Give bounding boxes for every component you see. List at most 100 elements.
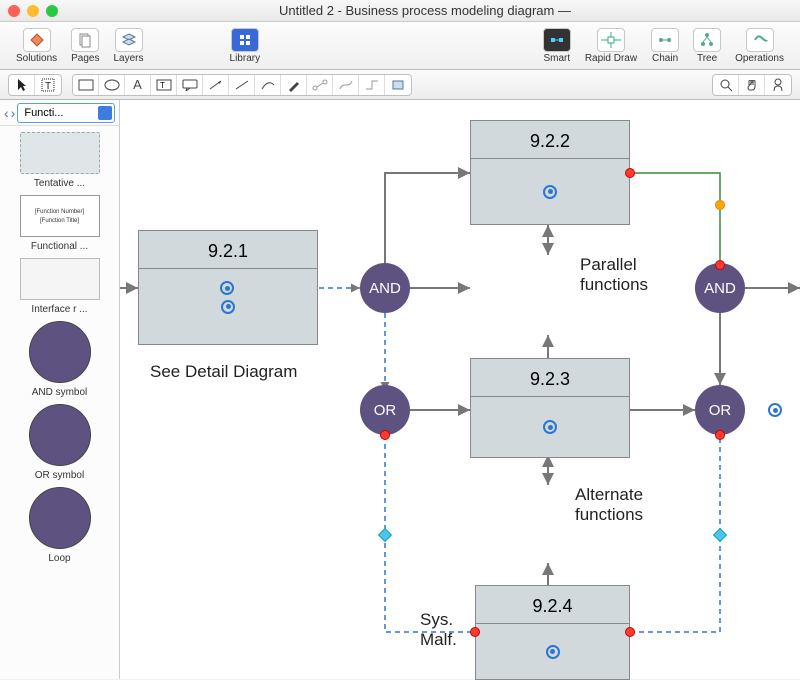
close-icon[interactable] <box>8 5 20 17</box>
op-and-2[interactable]: AND <box>695 263 745 313</box>
library-selector[interactable]: Functi... <box>17 103 115 123</box>
shape-functional[interactable]: [Function Number][Function Title]Functio… <box>6 195 113 252</box>
shape-or[interactable]: OR symbol <box>6 404 113 481</box>
library-label: Library <box>230 53 261 64</box>
anchor-icon <box>768 403 782 417</box>
arrow-tool[interactable] <box>203 75 229 95</box>
shape-label: Interface r ... <box>31 304 87 315</box>
operations-icon <box>752 32 768 48</box>
plaintext-tool[interactable]: A <box>125 75 151 95</box>
tree-icon <box>699 32 715 48</box>
shape-loop[interactable]: Loop <box>6 487 113 564</box>
anchor-icon <box>220 281 234 295</box>
connectors <box>120 100 800 679</box>
node-922[interactable]: 9.2.2 <box>470 120 630 225</box>
textbox-tool[interactable]: T <box>151 75 177 95</box>
person-tool[interactable] <box>765 75 791 95</box>
callout-tool[interactable] <box>177 75 203 95</box>
stamp-tool[interactable] <box>385 75 411 95</box>
minimize-icon[interactable] <box>27 5 39 17</box>
node-924[interactable]: 9.2.4 <box>475 585 630 680</box>
ellipse-tool[interactable] <box>99 75 125 95</box>
tree-label: Tree <box>697 53 717 64</box>
anchor-icon <box>546 645 560 659</box>
pages-button[interactable]: Pages <box>65 26 105 66</box>
op-or-1[interactable]: OR <box>360 385 410 435</box>
smart-label: Smart <box>543 53 570 64</box>
shape-label: Tentative ... <box>34 178 85 189</box>
conn-point[interactable] <box>470 627 480 637</box>
conn-point[interactable] <box>380 430 390 440</box>
conn-point[interactable] <box>715 200 725 210</box>
conn-point[interactable] <box>713 528 727 542</box>
node-header: 9.2.1 <box>139 231 317 269</box>
library-icon <box>237 32 253 48</box>
anchor-icon <box>221 300 235 314</box>
node-header: 9.2.3 <box>471 359 629 397</box>
operations-button[interactable]: Operations <box>729 26 790 66</box>
chain-label: Chain <box>652 53 678 64</box>
shape-label: Functional ... <box>31 241 88 252</box>
layers-icon <box>121 32 137 48</box>
tree-button[interactable]: Tree <box>687 26 727 66</box>
conn-point[interactable] <box>625 168 635 178</box>
nav-back-icon[interactable]: ‹ <box>4 105 9 121</box>
conn-point[interactable] <box>715 430 725 440</box>
shape-tentative[interactable]: Tentative ... <box>6 132 113 189</box>
conn-point[interactable] <box>715 260 725 270</box>
shape-label: AND symbol <box>32 387 88 398</box>
pages-icon <box>77 32 93 48</box>
pen-tool[interactable] <box>281 75 307 95</box>
conn-point[interactable] <box>625 627 635 637</box>
anchor-icon <box>543 185 557 199</box>
zoom-tool[interactable] <box>713 75 739 95</box>
chain-icon <box>657 32 673 48</box>
pointer-tool[interactable] <box>9 75 35 95</box>
smart-button[interactable]: Smart <box>537 26 577 66</box>
pages-label: Pages <box>71 53 99 64</box>
svg-text:T: T <box>160 81 165 90</box>
spline-tool[interactable] <box>333 75 359 95</box>
rapiddraw-icon <box>601 32 621 48</box>
rapiddraw-label: Rapid Draw <box>585 53 637 64</box>
op-and-1[interactable]: AND <box>360 263 410 313</box>
line-tool[interactable] <box>229 75 255 95</box>
diagram-canvas[interactable]: 9.2.1 9.2.2 9.2.3 9.2.4 AND AND OR OR Se… <box>120 100 800 679</box>
text-tool[interactable]: T <box>35 75 61 95</box>
shape-toolbar: T A T <box>0 70 800 100</box>
conn-point[interactable] <box>378 528 392 542</box>
solutions-label: Solutions <box>16 53 57 64</box>
library-sidebar: ‹ › Functi... Tentative ... [Function Nu… <box>0 100 120 679</box>
connector-tool[interactable] <box>307 75 333 95</box>
curve-tool[interactable] <box>255 75 281 95</box>
main-toolbar: Solutions Pages Layers Library Smart Rap… <box>0 22 800 70</box>
shape-and[interactable]: AND symbol <box>6 321 113 398</box>
solutions-icon <box>29 32 45 48</box>
node-923[interactable]: 9.2.3 <box>470 358 630 458</box>
anchor-icon <box>543 420 557 434</box>
label-alternate: Alternate functions <box>575 485 643 525</box>
nav-fwd-icon[interactable]: › <box>11 105 16 121</box>
elbow-tool[interactable] <box>359 75 385 95</box>
zoom-icon[interactable] <box>46 5 58 17</box>
svg-text:T: T <box>45 81 51 92</box>
library-button[interactable]: Library <box>224 26 267 66</box>
shape-label: OR symbol <box>35 470 84 481</box>
layers-label: Layers <box>114 53 144 64</box>
shape-label: Loop <box>48 553 70 564</box>
rapiddraw-button[interactable]: Rapid Draw <box>579 26 643 66</box>
titlebar: Untitled 2 - Business process modeling d… <box>0 0 800 22</box>
layers-button[interactable]: Layers <box>108 26 150 66</box>
node-header: 9.2.2 <box>471 121 629 159</box>
label-seedetail: See Detail Diagram <box>150 362 297 382</box>
chain-button[interactable]: Chain <box>645 26 685 66</box>
label-sysmalf: Sys. Malf. <box>420 610 457 650</box>
window-title: Untitled 2 - Business process modeling d… <box>58 3 792 18</box>
rect-tool[interactable] <box>73 75 99 95</box>
solutions-button[interactable]: Solutions <box>10 26 63 66</box>
window-controls[interactable] <box>8 5 58 17</box>
hand-tool[interactable] <box>739 75 765 95</box>
label-parallel: Parallel functions <box>580 255 648 295</box>
shape-interface[interactable]: Interface r ... <box>6 258 113 315</box>
op-or-2[interactable]: OR <box>695 385 745 435</box>
